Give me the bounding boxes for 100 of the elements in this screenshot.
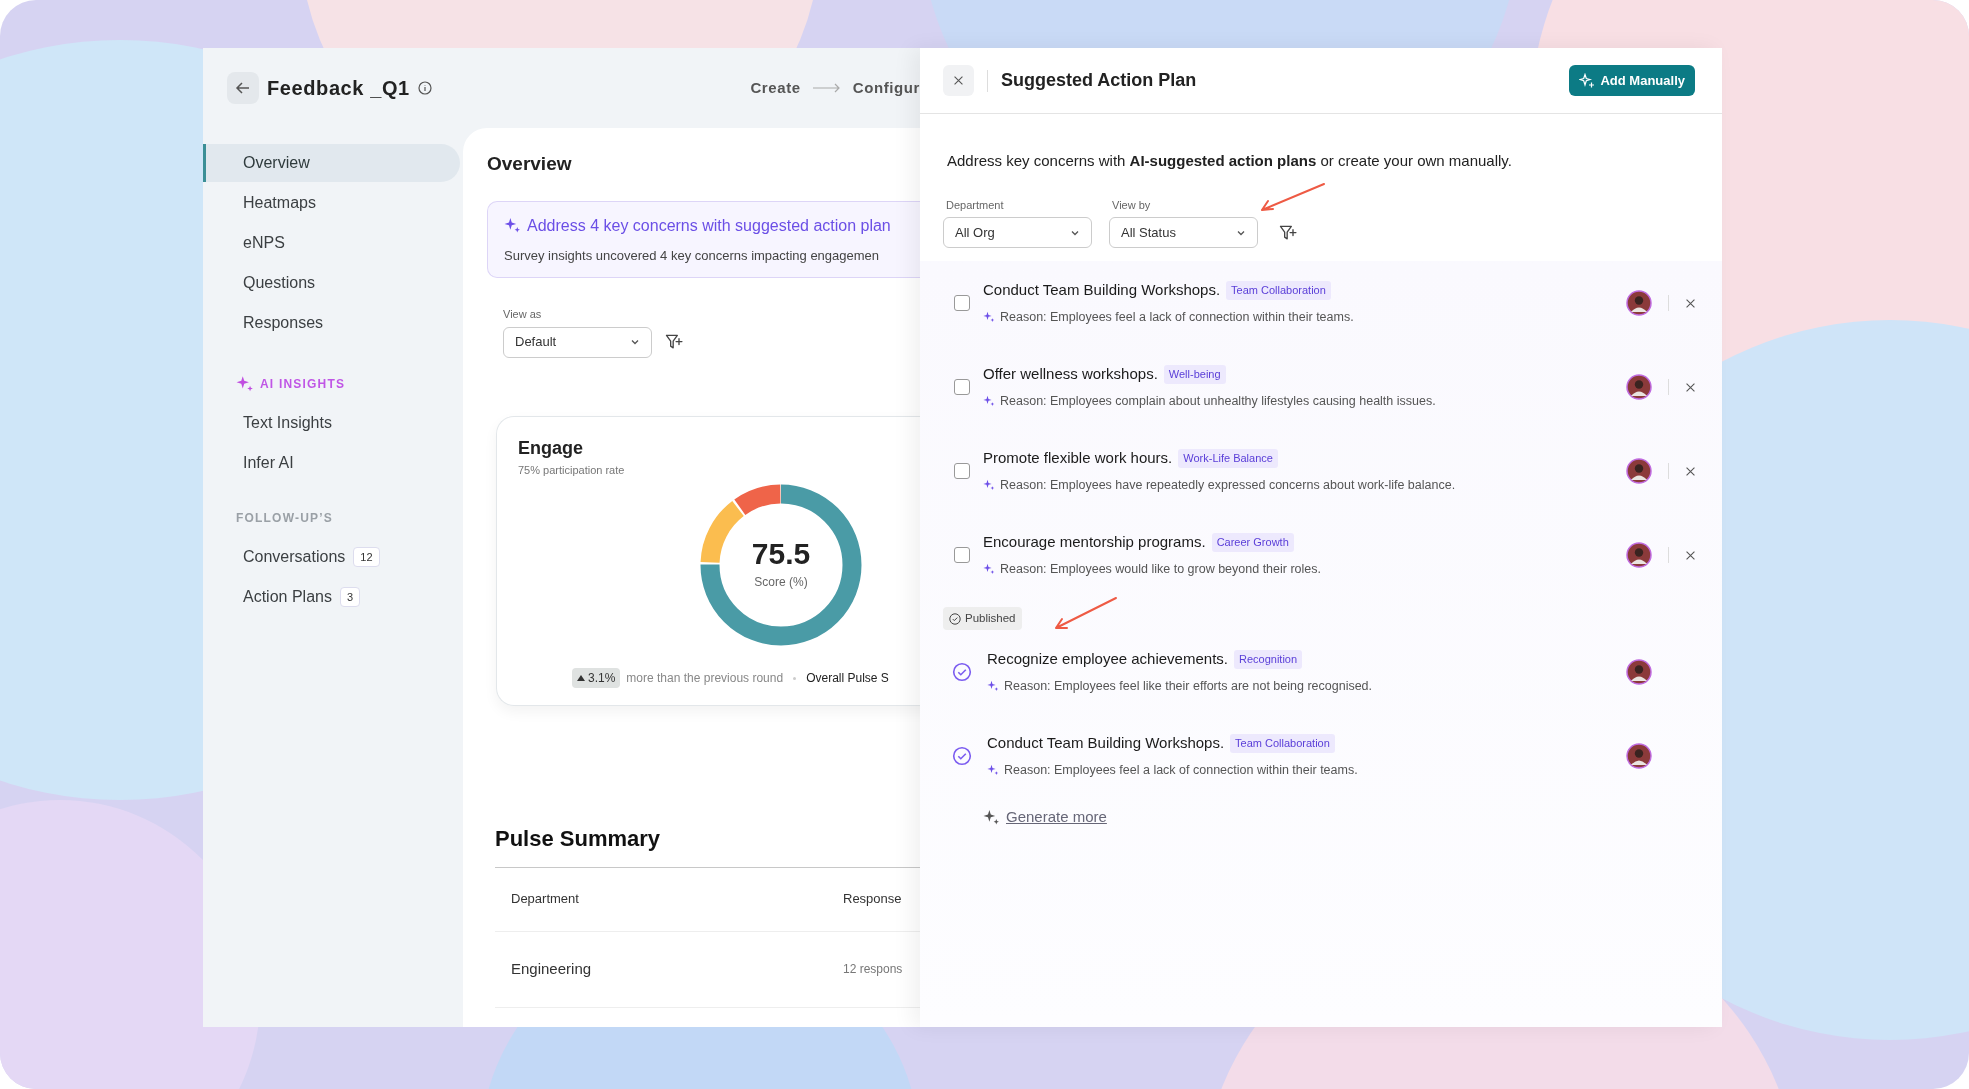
filter-select[interactable]: All Org: [943, 217, 1092, 248]
plan-title: Offer wellness workshops.: [983, 364, 1158, 385]
sidebar-item[interactable]: eNPS: [203, 224, 460, 262]
checkbox[interactable]: [954, 379, 970, 395]
plan-reason: Reason: Employees feel a lack of connection within their teams.: [1004, 761, 1358, 779]
plan-reason: Reason: Employees feel like their efforts are not being recognised.: [1004, 677, 1373, 695]
sparkle-icon: [987, 680, 999, 693]
plan-reason: Reason: Employees would like to grow beyond their roles.: [1000, 560, 1321, 578]
remove-icon[interactable]: [1685, 381, 1696, 393]
back-button[interactable]: [227, 72, 259, 104]
plan-title: Conduct Team Building Workshops.: [987, 733, 1225, 754]
sparkle-icon: [983, 479, 995, 492]
sidebar-item-label: eNPS: [243, 233, 285, 253]
table-cell-text: 12 respons: [843, 961, 903, 978]
sidebar-item[interactable]: Questions: [203, 264, 460, 302]
sidebar-item-label: Conversations: [243, 547, 346, 567]
panel-title: Suggested Action Plan: [1001, 69, 1197, 92]
sidebar-item-label: Heatmaps: [243, 193, 316, 213]
sparkle-icon: [983, 311, 995, 324]
card-subtitle: 75% participation rate: [518, 462, 626, 478]
sparkle-icon: [236, 375, 254, 393]
count-badge: 12: [353, 546, 380, 568]
plan-title: Promote flexible work hours.: [983, 448, 1173, 469]
sidebar-item[interactable]: Conversations 12: [203, 538, 460, 576]
card-title: Engage: [518, 436, 584, 460]
overall-score-label: Overall Pulse S: [806, 670, 889, 687]
sidebar-item[interactable]: Responses: [203, 304, 460, 342]
table-cell-text: Engineering: [510, 958, 593, 979]
section-heading: FOLLOW-UP’S: [236, 510, 333, 527]
field-label: View as: [503, 307, 543, 322]
category-tag: Well-being: [1163, 365, 1226, 384]
filter-select[interactable]: All Status: [1109, 217, 1258, 248]
panel-description: Address key concerns with AI-suggested action plans or create your own manually.: [947, 151, 1513, 171]
count-badge: 3: [339, 586, 361, 608]
sidebar-item[interactable]: Text Insights: [203, 404, 460, 442]
field-label: View by: [1112, 197, 1152, 213]
add-manually-button[interactable]: Add Manually: [1569, 65, 1695, 96]
sidebar-item-label: Responses: [243, 313, 324, 333]
section-heading: AI INSIGHTS: [260, 376, 346, 393]
check-circle-icon: [949, 612, 961, 625]
avatar: [1626, 458, 1652, 484]
close-icon[interactable]: [953, 75, 964, 86]
sparkle-icon: [987, 764, 999, 777]
plan-title: Conduct Team Building Workshops.: [983, 280, 1221, 301]
survey-title: Feedback _Q1: [267, 76, 410, 101]
checkbox[interactable]: [954, 295, 970, 311]
plan-reason: Reason: Employees feel a lack of connection within their teams.: [1000, 308, 1354, 326]
sparkle-icon: [504, 217, 521, 234]
sidebar-item-label: Action Plans: [243, 587, 332, 607]
check-circle-icon: [952, 662, 972, 682]
sidebar-item[interactable]: Overview: [203, 144, 460, 182]
avatar: [1626, 743, 1652, 769]
step-label: Create: [750, 77, 801, 98]
section-title: Pulse Summary: [495, 824, 662, 853]
sidebar-item-label: Overview: [243, 153, 310, 173]
sidebar-item-label: Questions: [243, 273, 316, 293]
view-as-select[interactable]: Default: [503, 326, 652, 358]
category-tag: Work-Life Balance: [1178, 449, 1278, 468]
checkbox[interactable]: [954, 463, 970, 479]
banner-title: Address 4 key concerns with suggested action plan: [527, 215, 891, 236]
arrow-right-icon: [812, 83, 841, 93]
sidebar-item[interactable]: Infer AI: [203, 444, 460, 482]
sidebar-item[interactable]: Heatmaps: [203, 184, 460, 222]
category-tag: Recognition: [1233, 650, 1303, 669]
category-tag: Team Collaboration: [1226, 281, 1331, 300]
sidebar-item[interactable]: Action Plans 3: [203, 578, 460, 616]
score-label: Score (%): [754, 574, 808, 591]
sidebar-item-label: Text Insights: [243, 413, 332, 433]
caret-up-icon: [577, 675, 585, 681]
remove-icon[interactable]: [1685, 297, 1696, 309]
sparkle-icon: [983, 808, 1000, 826]
back-arrow-icon: [235, 80, 251, 96]
generate-more-link[interactable]: Generate more: [1006, 806, 1107, 829]
annotation-arrow: [1052, 596, 1118, 632]
avatar: [1626, 290, 1652, 316]
change-badge: 3.1%: [572, 668, 621, 688]
avatar: [1626, 542, 1652, 568]
page-title: Overview: [487, 152, 573, 176]
plan-title: Encourage mentorship programs.: [983, 532, 1206, 553]
annotation-arrow: [1258, 182, 1326, 214]
sparkle-icon: [983, 395, 995, 408]
check-circle-icon: [952, 746, 972, 766]
sparkle-plus-icon: [1579, 72, 1596, 89]
step-label: Configur: [852, 77, 920, 98]
suggestion-banner[interactable]: Address 4 key concerns with suggested action plan Survey insights uncovered 4 key concerns impacting engagemen: [487, 200, 920, 278]
sidebar-item-label: Infer AI: [243, 453, 294, 473]
plan-reason: Reason: Employees have repeatedly expressed concerns about work-life balance.: [1000, 476, 1456, 494]
change-text: more than the previous round: [626, 670, 784, 687]
field-label: Department: [946, 197, 1005, 213]
category-tag: Team Collaboration: [1230, 734, 1335, 753]
column-header: Department: [510, 890, 580, 909]
remove-icon[interactable]: [1685, 549, 1696, 561]
published-badge: Published: [943, 607, 1022, 630]
sparkle-icon: [983, 563, 995, 576]
remove-icon[interactable]: [1685, 465, 1696, 477]
score-value: 75.5: [751, 539, 811, 569]
chevron-down-icon: [630, 337, 640, 347]
avatar: [1626, 659, 1652, 685]
checkbox[interactable]: [954, 547, 970, 563]
banner-text: Survey insights uncovered 4 key concerns impacting engagemen: [504, 246, 881, 265]
